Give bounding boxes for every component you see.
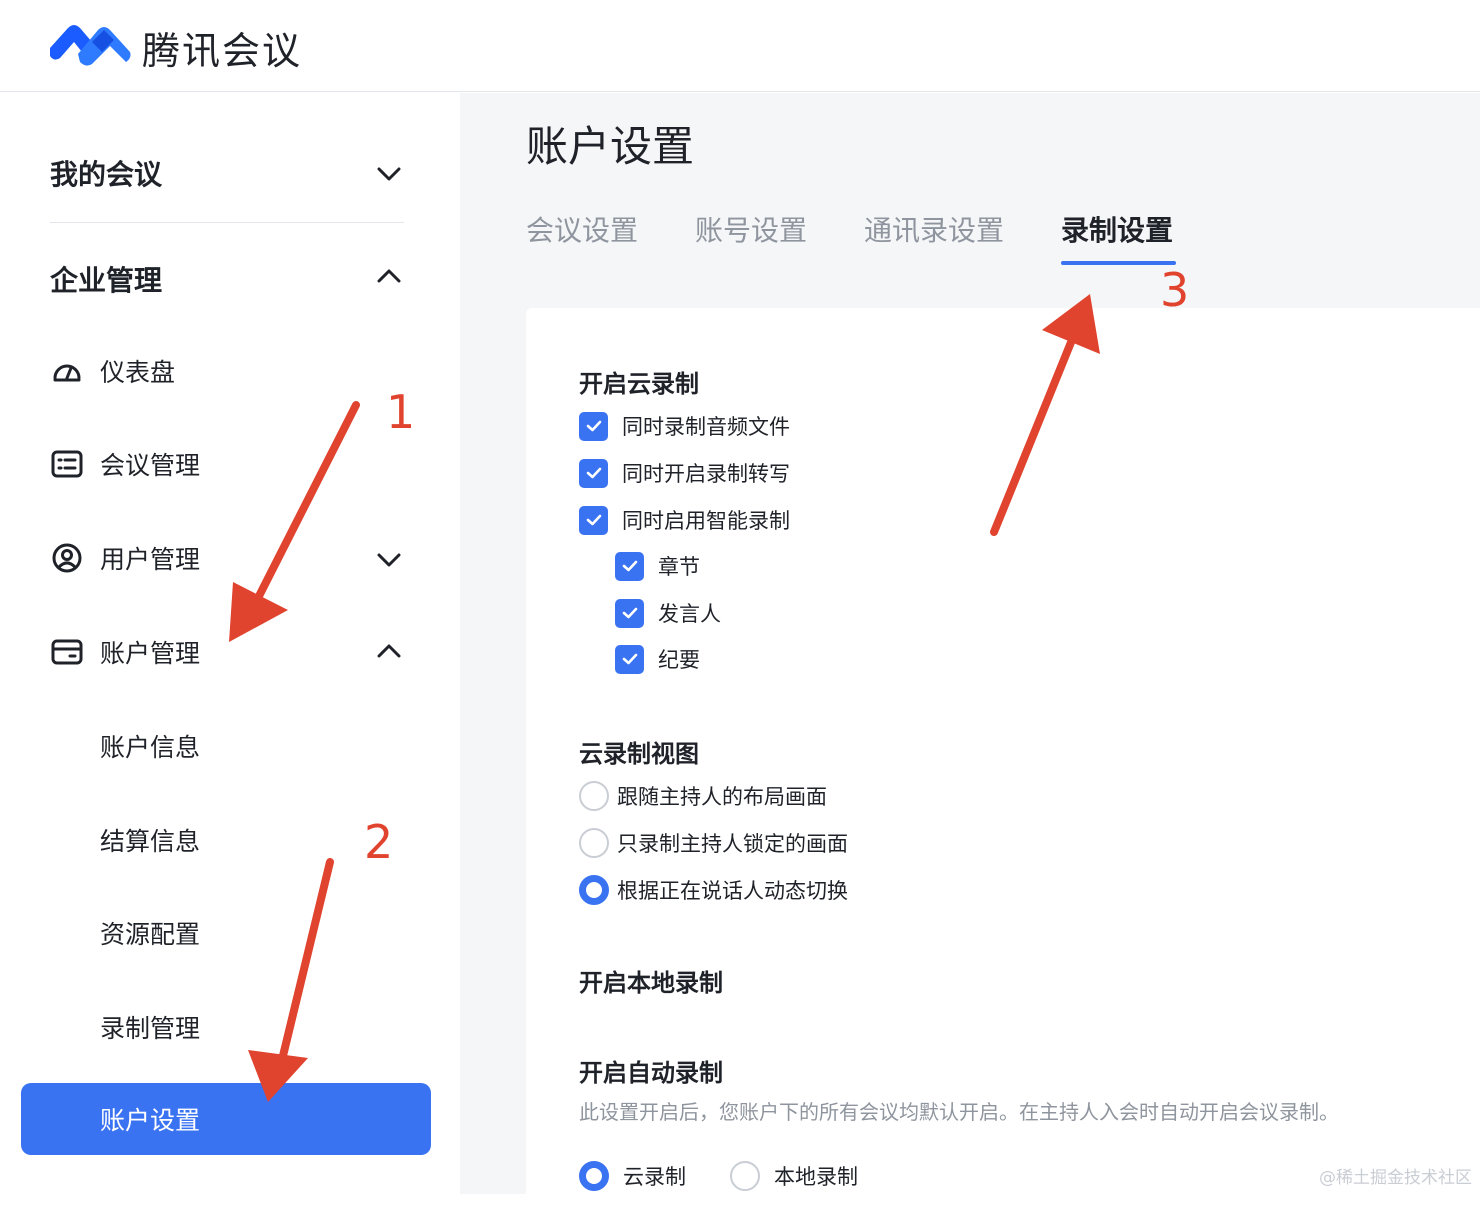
brand-name: 腾讯会议	[142, 20, 302, 75]
tab-account-settings[interactable]: 账号设置	[695, 209, 807, 249]
sidebar-item-dashboard[interactable]: 仪表盘	[50, 351, 175, 391]
sidebar-item-label: 用户管理	[100, 540, 200, 576]
page-title: 账户设置	[526, 113, 694, 174]
sidebar-subitem-account-settings[interactable]: 账户设置	[21, 1083, 431, 1155]
checkbox-label: 发言人	[658, 598, 721, 628]
checkbox-checked-icon[interactable]	[579, 459, 608, 488]
section-title-auto-recording: 开启自动录制	[579, 1053, 723, 1088]
sidebar-item-account[interactable]: 账户管理	[50, 632, 200, 672]
checkbox-checked-icon[interactable]	[615, 552, 644, 581]
sidebar-item-label: 账户管理	[100, 634, 200, 670]
checkbox-label: 同时开启录制转写	[622, 458, 790, 488]
radio-row[interactable]: 只录制主持人锁定的画面	[579, 828, 848, 858]
active-tab-indicator	[1061, 261, 1176, 265]
checkbox-row[interactable]: 同时启用智能录制	[579, 505, 790, 535]
checkbox-checked-icon[interactable]	[579, 412, 608, 441]
checkbox-row[interactable]: 同时录制音频文件	[579, 411, 790, 441]
settings-card: 开启云录制 同时录制音频文件 同时开启录制转写 同时启用智能录制 章节 发言人 …	[526, 308, 1480, 1208]
radio-label: 云录制	[623, 1161, 686, 1191]
radio-row[interactable]: 本地录制	[730, 1161, 858, 1191]
section-title-cloud-view: 云录制视图	[579, 734, 699, 769]
checkbox-label: 同时录制音频文件	[622, 411, 790, 441]
sidebar: 我的会议 企业管理 仪表盘 会议管理 用户管理	[0, 93, 460, 1194]
chevron-down-icon[interactable]	[374, 545, 404, 575]
radio-label: 本地录制	[774, 1161, 858, 1191]
card-icon	[50, 635, 84, 669]
radio-selected-icon[interactable]	[579, 1161, 609, 1191]
checkbox-checked-icon[interactable]	[579, 506, 608, 535]
checkbox-checked-icon[interactable]	[615, 645, 644, 674]
radio-unselected-icon[interactable]	[579, 828, 609, 858]
watermark: @稀土掘金技术社区	[1319, 1163, 1472, 1188]
sidebar-item-label: 仪表盘	[100, 353, 175, 389]
sidebar-subitem-account-info[interactable]: 账户信息	[100, 728, 200, 764]
radio-label: 只录制主持人锁定的画面	[617, 828, 848, 858]
sidebar-item-meetings[interactable]: 会议管理	[50, 444, 200, 484]
radio-row[interactable]: 根据正在说话人动态切换	[579, 875, 848, 905]
checkbox-label: 章节	[658, 551, 700, 581]
tab-recording-settings[interactable]: 录制设置	[1061, 209, 1173, 249]
user-icon	[50, 541, 84, 575]
tencent-meeting-logo-icon[interactable]	[48, 18, 132, 68]
radio-label: 跟随主持人的布局画面	[617, 781, 827, 811]
sidebar-item-label: 账户设置	[100, 1101, 200, 1137]
checkbox-row[interactable]: 纪要	[615, 644, 700, 674]
chevron-up-icon[interactable]	[374, 636, 404, 666]
sidebar-item-users[interactable]: 用户管理	[50, 538, 200, 578]
annotation-number-2: 2	[364, 815, 393, 869]
tab-meeting-settings[interactable]: 会议设置	[526, 209, 638, 249]
sidebar-subitem-billing[interactable]: 结算信息	[100, 822, 200, 858]
dashboard-icon	[50, 354, 84, 388]
checkbox-row[interactable]: 同时开启录制转写	[579, 458, 790, 488]
sidebar-divider	[50, 222, 404, 223]
chevron-up-icon[interactable]	[374, 261, 404, 291]
sidebar-item-label: 会议管理	[100, 446, 200, 482]
radio-unselected-icon[interactable]	[730, 1161, 760, 1191]
radio-row[interactable]: 云录制	[579, 1161, 686, 1191]
checkbox-checked-icon[interactable]	[615, 599, 644, 628]
list-icon	[50, 447, 84, 481]
auto-recording-description: 此设置开启后，您账户下的所有会议均默认开启。在主持人入会时自动开启会议录制。	[579, 1096, 1339, 1125]
section-title-local-recording[interactable]: 开启本地录制	[579, 963, 723, 998]
nav-group-enterprise[interactable]: 企业管理	[50, 259, 162, 299]
sidebar-subitem-recording-mgmt[interactable]: 录制管理	[100, 1009, 200, 1045]
radio-unselected-icon[interactable]	[579, 781, 609, 811]
annotation-number-3: 3	[1160, 263, 1189, 317]
radio-selected-icon[interactable]	[579, 875, 609, 905]
radio-row[interactable]: 跟随主持人的布局画面	[579, 781, 827, 811]
nav-group-my-meetings[interactable]: 我的会议	[50, 153, 162, 193]
tab-contacts-settings[interactable]: 通讯录设置	[864, 209, 1004, 249]
checkbox-label: 同时启用智能录制	[622, 505, 790, 535]
checkbox-row[interactable]: 发言人	[615, 598, 721, 628]
annotation-number-1: 1	[386, 385, 415, 439]
sidebar-subitem-resources[interactable]: 资源配置	[100, 915, 200, 951]
section-title-cloud-recording: 开启云录制	[579, 364, 699, 399]
chevron-down-icon[interactable]	[374, 159, 404, 189]
checkbox-label: 纪要	[658, 644, 700, 674]
radio-label: 根据正在说话人动态切换	[617, 875, 848, 905]
checkbox-row[interactable]: 章节	[615, 551, 700, 581]
main-content: 账户设置 会议设置 账号设置 通讯录设置 录制设置 开启云录制 同时录制音频文件…	[460, 93, 1480, 1194]
top-bar: 腾讯会议	[0, 0, 1480, 92]
